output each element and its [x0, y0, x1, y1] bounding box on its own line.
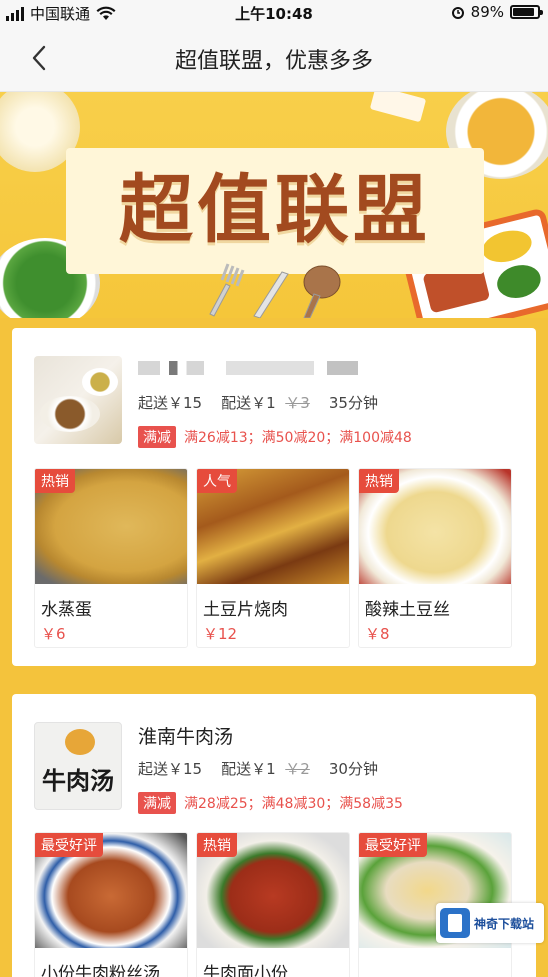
store-delivery-info: 起送￥15 配送￥1 ￥2 30分钟 — [138, 758, 378, 779]
dish-price: ￥8 — [365, 625, 390, 643]
tofu-image — [369, 92, 427, 123]
dish-name: 酸辣土豆丝 — [365, 600, 450, 620]
site-watermark: 神奇下载站 — [436, 903, 544, 943]
promo-tag: 满减 — [138, 792, 176, 814]
min-order: 起送￥15 — [138, 760, 203, 778]
delivery-original-fee: ￥3 — [285, 394, 310, 412]
dish-name: 土豆片烧肉 — [203, 600, 288, 620]
dish-card[interactable]: 人气 土豆片烧肉 ￥12 — [196, 468, 350, 648]
delivery-time: 30分钟 — [328, 760, 378, 778]
promo-row: 满减 满26减13；满50减20；满100减48 — [138, 426, 412, 448]
battery-icon — [510, 5, 543, 19]
watermark-text: 神奇下载站 — [474, 916, 535, 931]
dish-card[interactable]: 最受好评 小份牛肉粉丝汤 — [34, 832, 188, 977]
dish-price: ￥6 — [41, 625, 66, 643]
min-order: 起送￥15 — [138, 394, 203, 412]
dish-image: 最受好评 — [35, 833, 187, 948]
dish-badge: 最受好评 — [35, 833, 103, 857]
banner-title: 超值联盟 — [119, 167, 431, 253]
dish-card[interactable]: 热销 牛肉面小份 — [196, 832, 350, 977]
promo-tag: 满减 — [138, 426, 176, 448]
dish-name: 水蒸蛋 — [41, 600, 92, 620]
dish-card[interactable]: 热销 酸辣土豆丝 ￥8 — [358, 468, 512, 648]
dish-image: 热销 — [359, 469, 511, 584]
alarm-icon — [451, 7, 464, 19]
delivery-fee: 配送￥1 — [221, 394, 276, 412]
dish-image: 人气 — [197, 469, 349, 584]
dish-image: 热销 — [35, 469, 187, 584]
battery-percent: 89% — [470, 3, 504, 21]
dish-name: 小份牛肉粉丝汤 — [41, 964, 160, 977]
page-title: 超值联盟，优惠多多 — [174, 49, 373, 74]
promo-banner: 超值联盟 — [0, 92, 548, 318]
delivery-fee: 配送￥1 — [221, 760, 276, 778]
status-right: 89% — [451, 3, 543, 21]
delivery-time: 35分钟 — [328, 394, 378, 412]
download-site-logo-icon — [440, 908, 470, 938]
promo-text: 满28减25；满48减30；满58减35 — [184, 796, 403, 812]
store-name — [138, 358, 358, 380]
dish-badge: 热销 — [197, 833, 237, 857]
status-bar: 中国联通 上午10:48 89% — [0, 0, 548, 24]
promo-row: 满减 满28减25；满48减30；满58减35 — [138, 792, 403, 814]
store-delivery-info: 起送￥15 配送￥1 ￥3 35分钟 — [138, 392, 378, 413]
navigation-bar: 超值联盟，优惠多多 — [0, 24, 548, 92]
dish-price: ￥12 — [203, 625, 238, 643]
promo-text: 满26减13；满50减20；满100减48 — [184, 430, 412, 446]
store-thumbnail: 牛肉汤 — [34, 722, 122, 810]
dish-card[interactable]: 热销 水蒸蛋 ￥6 — [34, 468, 188, 648]
dish-badge: 热销 — [35, 469, 75, 493]
store-thumb-text: 牛肉汤 — [42, 766, 114, 795]
store-name: 淮南牛肉汤 — [138, 726, 234, 748]
dish-badge: 热销 — [359, 469, 399, 493]
store-thumbnail — [34, 356, 122, 444]
dish-badge: 人气 — [197, 469, 237, 493]
store-card[interactable]: 起送￥15 配送￥1 ￥3 35分钟 满减 满26减13；满50减20；满100… — [12, 328, 536, 666]
delivery-original-fee: ￥2 — [285, 760, 310, 778]
dish-name: 牛肉面小份 — [203, 964, 288, 977]
dish-image: 热销 — [197, 833, 349, 948]
cutlery-icon — [209, 263, 341, 318]
dish-badge: 最受好评 — [359, 833, 427, 857]
